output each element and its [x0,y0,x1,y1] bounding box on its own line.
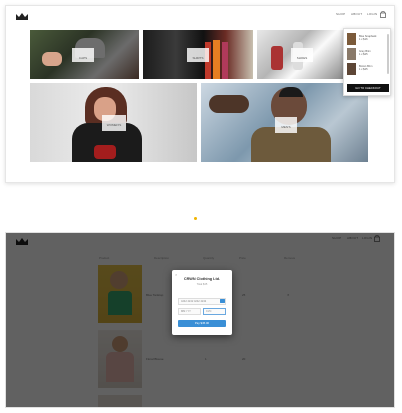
separator-dot [194,217,197,220]
modal-title: CRWN Clothing Ltd. [183,277,221,281]
shop-homepage-screenshot: SHOP ABOUT LOGIN CAPS SHIRTS SHOES WOMEN… [5,5,395,183]
cart-item: Grey Brim 1 x $25 [347,48,385,61]
cart-item-image [347,63,356,75]
cart-item: Blue Snapback 1 x $16 [347,33,385,46]
cart-item-price: 1 x $25 [359,68,368,72]
checkout-page-screenshot: SHOP ABOUT LOGIN Product Description Qua… [5,232,395,408]
nav-about-link[interactable]: ABOUT [351,12,362,16]
shopping-bag-icon[interactable] [380,11,386,18]
nav-login-link[interactable]: LOGIN [367,12,377,16]
pay-button[interactable]: Pay $45.00 [178,320,226,327]
crown-logo-icon[interactable] [15,12,29,21]
category-tile-shoes[interactable]: SHOES [257,30,343,79]
nav-shop-link[interactable]: SHOP [336,12,345,16]
expiry-input[interactable]: MM / YY [178,308,201,315]
card-number-input[interactable]: 4242 4242 4242 4242 [178,298,226,305]
cart-scrollbar[interactable] [387,34,389,74]
tile-label-shoes: SHOES [291,48,313,62]
cart-item-price: 1 x $16 [359,38,368,42]
cart-item: Brown Brim 1 x $25 [347,63,385,76]
tile-label-mens: MEN'S [275,117,297,133]
cart-item-price: 1 x $25 [359,53,368,57]
cart-item-image [347,48,356,60]
tile-label-womens: WOMEN'S [102,115,126,131]
cart-dropdown: Blue Snapback 1 x $16 Grey Brim 1 x $25 Br… [343,28,391,96]
category-tile-shirts[interactable]: SHIRTS [143,30,253,79]
category-tile-caps[interactable]: CAPS [30,30,139,79]
modal-subtitle: Total $45 [196,283,208,286]
cvc-input[interactable]: CVC [203,308,226,315]
card-icon [220,299,225,303]
tile-label-caps: CAPS [72,48,94,62]
category-tile-womens[interactable]: WOMEN'S [30,83,197,162]
go-to-checkout-button[interactable]: GO TO CHECKOUT [347,84,389,92]
payment-modal: × CRWN Clothing Ltd. Total $45 4242 4242… [172,270,232,335]
cart-item-image [347,33,356,45]
tile-label-shirts: SHIRTS [187,48,209,62]
